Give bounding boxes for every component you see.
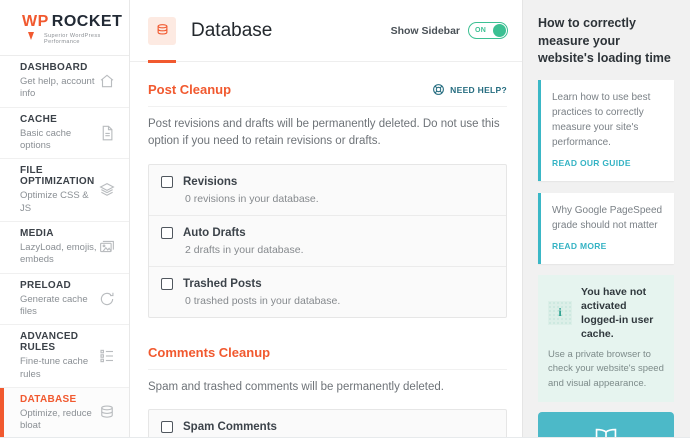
database-page-icon [148,16,176,45]
wp-rocket-logo: WP ROCKET Superior WordPress Performance [0,0,129,56]
help-card-pagespeed: Why Google PageSpeed grade should not ma… [538,192,674,264]
sidebar-item-advanced-rules[interactable]: ADVANCED RULES Fine-tune cache rules [0,325,129,389]
page-bottom-edge [0,437,690,445]
toggle-state-label: ON [475,27,487,34]
main-content: Database Show Sidebar ON Post Cleanup NE… [130,0,522,437]
main-header: Database Show Sidebar ON [130,0,522,63]
sidebar-item-file-optimization[interactable]: FILE OPTIMIZATION Optimize CSS & JS [0,159,129,223]
images-icon [98,238,116,256]
post-cleanup-description: Post revisions and drafts will be perman… [148,118,500,148]
file-icon [98,124,116,142]
layers-icon [98,181,116,199]
logo-tagline: Superior WordPress Performance [44,33,101,45]
read-our-guide-link[interactable]: READ OUR GUIDE [552,158,631,168]
option-auto-drafts: Auto Drafts 2 drafts in your database. [149,214,506,266]
notice-text: Use a private browser to check your webs… [548,349,664,389]
user-cache-notice: i You have not activated logged-in user … [538,274,674,402]
info-icon: i [548,300,572,325]
documentation-card: Documentation It is a great starting poi… [538,411,674,437]
notice-title: You have not activated logged-in user ca… [581,285,654,341]
help-card-guide: Learn how to use best practices to corre… [538,79,674,181]
divider [148,106,507,107]
need-help-label: NEED HELP? [450,84,507,95]
post-cleanup-title: Post Cleanup [148,82,232,97]
toggle-knob [493,24,506,37]
left-sidebar: WP ROCKET Superior WordPress Performance… [0,0,130,437]
life-buoy-icon [433,84,445,95]
need-help-link[interactable]: NEED HELP? [432,83,507,96]
sidebar-nav: DASHBOARD Get help, account info CACHE B… [0,56,129,437]
show-sidebar-label: Show Sidebar [390,24,460,37]
post-cleanup-options: Revisions 0 revisions in your database. … [148,163,507,318]
option-revisions: Revisions 0 revisions in your database. [149,165,506,215]
show-sidebar-toggle[interactable]: ON [468,22,508,39]
refresh-icon [98,290,116,308]
revisions-checkbox[interactable] [161,175,173,188]
read-more-link[interactable]: READ MORE [552,241,607,251]
option-spam-comments: Spam Comments 0 spam comments in your da… [149,410,506,437]
sidebar-item-cache[interactable]: CACHE Basic cache options [0,108,129,160]
section-post-cleanup: Post Cleanup NEED HELP? Post revisions a… [148,82,507,318]
logo-rocket-text: ROCKET [51,13,123,30]
page-title: Database [191,19,273,41]
home-icon [98,72,116,90]
sidebar-item-database[interactable]: DATABASE Optimize, reduce bloat [0,388,129,437]
divider [148,368,507,370]
comments-cleanup-title: Comments Cleanup [148,344,271,360]
section-comments-cleanup: Comments Cleanup Spam and trashed commen… [148,344,507,437]
logo-wp-text: WP [22,13,49,40]
sidebar-item-preload[interactable]: PRELOAD Generate cache files [0,274,129,326]
comments-cleanup-options: Spam Comments 0 spam comments in your da… [148,408,507,437]
wp-rocket-settings-page: WP ROCKET Superior WordPress Performance… [0,0,690,445]
rules-list-icon [98,347,116,365]
auto-drafts-checkbox[interactable] [161,226,173,239]
sidebar-item-dashboard[interactable]: DASHBOARD Get help, account info [0,56,129,108]
settings-body: Post Cleanup NEED HELP? Post revisions a… [130,62,522,437]
database-icon [98,404,116,422]
comments-cleanup-description: Spam and trashed comments will be perman… [148,380,444,393]
help-sidebar: How to correctly measure your website's … [522,0,690,437]
trashed-posts-checkbox[interactable] [161,277,173,290]
help-sidebar-title: How to correctly measure your website's … [538,16,671,65]
sidebar-item-media[interactable]: MEDIA LazyLoad, emojis, embeds [0,222,129,274]
option-trashed-posts: Trashed Posts 0 trashed posts in your da… [149,265,506,317]
spam-comments-checkbox[interactable] [161,420,173,433]
